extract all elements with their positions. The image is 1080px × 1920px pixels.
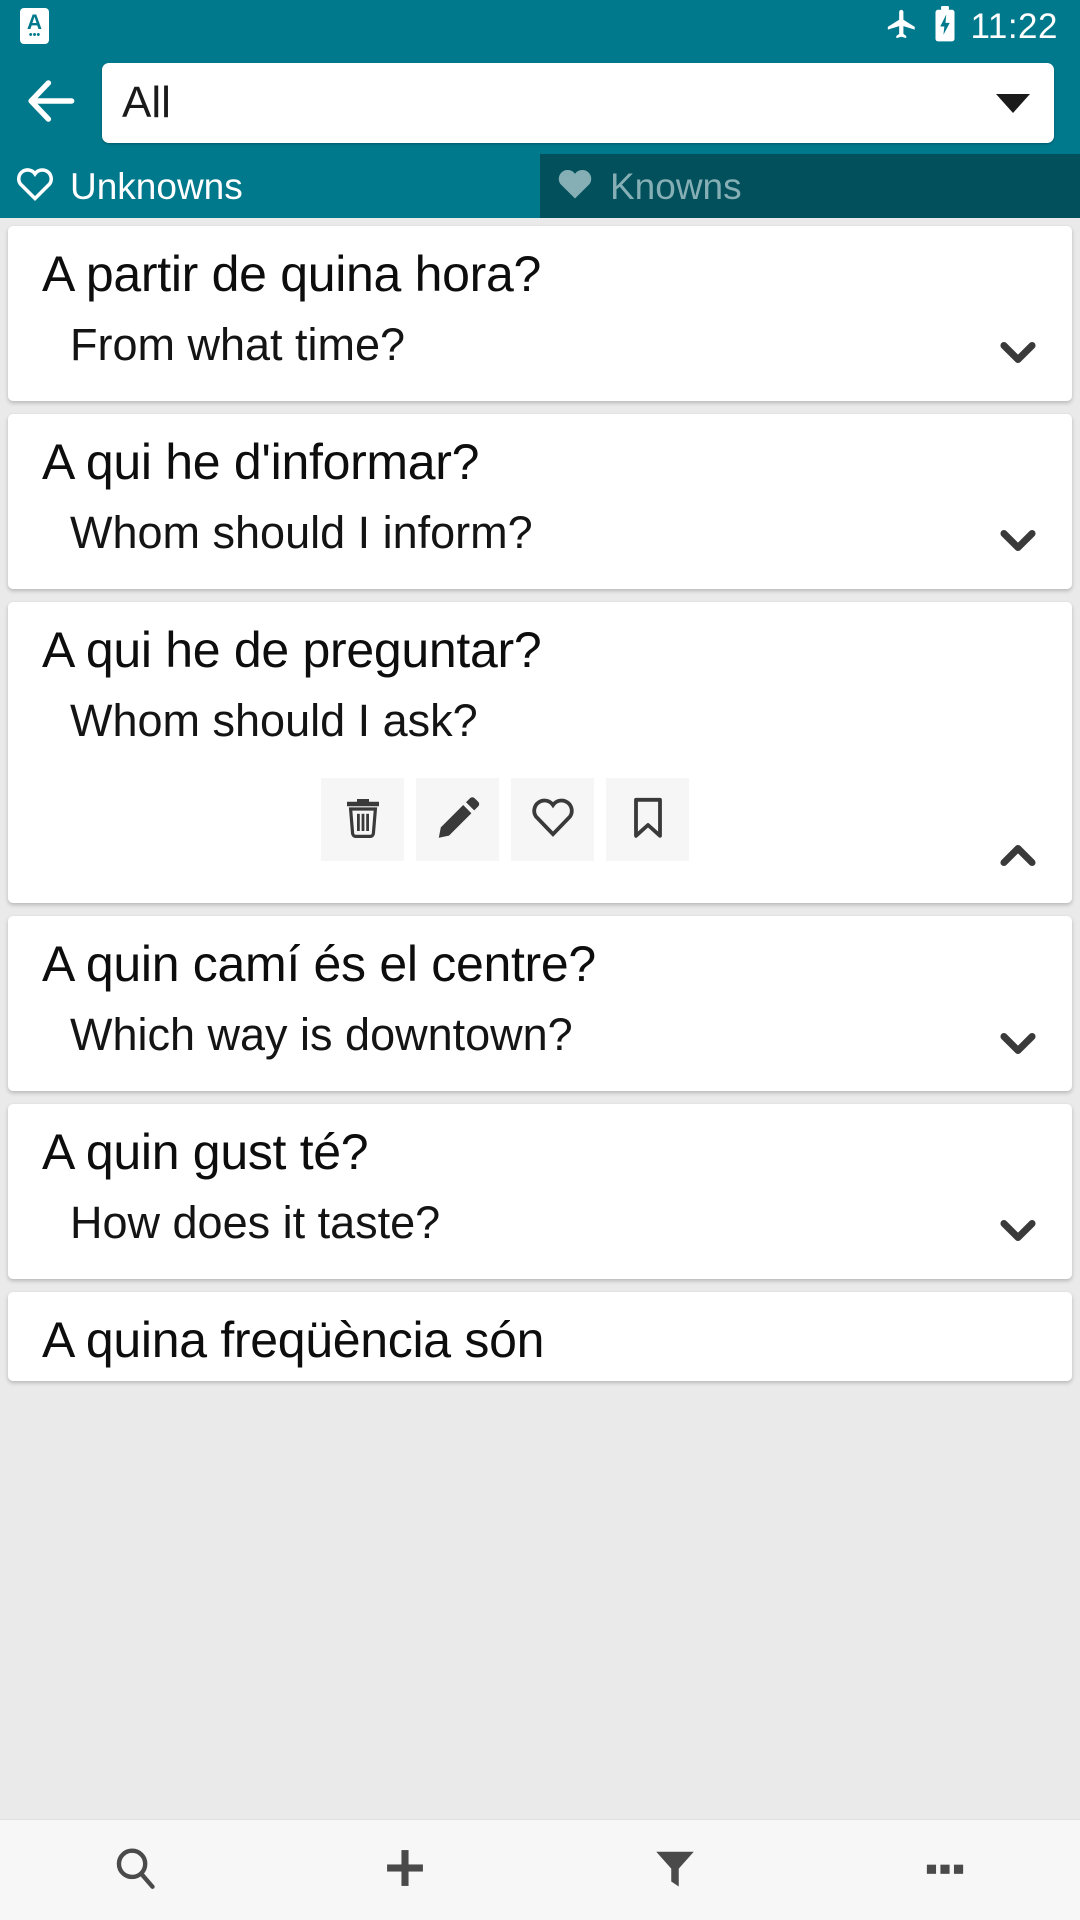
chevron-down-icon [992, 1017, 1044, 1074]
filter-button[interactable] [540, 1820, 810, 1920]
tab-knowns-label: Knowns [610, 165, 742, 207]
app-root: A ••• 11:22 All Unknowns Knowns A partir… [0, 0, 1080, 1920]
list-item[interactable]: A partir de quina hora? From what time? [8, 226, 1072, 401]
favorite-button[interactable] [511, 778, 594, 862]
edit-button[interactable] [416, 778, 499, 862]
list-item[interactable]: A quin gust té? How does it taste? [8, 1104, 1072, 1279]
status-bar-clock: 11:22 [970, 6, 1058, 46]
vocabulary-list[interactable]: A partir de quina hora? From what time? … [0, 218, 1080, 1920]
pencil-icon [434, 793, 482, 846]
card-term: A partir de quina hora? [42, 246, 542, 302]
card-definition: From what time? [70, 319, 406, 370]
overflow-button[interactable] [810, 1820, 1080, 1920]
bottom-toolbar [0, 1819, 1080, 1920]
category-spinner[interactable]: All [102, 63, 1054, 143]
expand-toggle[interactable] [990, 1017, 1046, 1073]
heart-outline-icon [14, 163, 56, 210]
chevron-down-icon [992, 514, 1044, 571]
delete-button[interactable] [321, 778, 404, 862]
collapse-toggle[interactable] [990, 829, 1046, 885]
caret-down-icon [996, 93, 1030, 113]
toolbar: All [0, 52, 1080, 154]
trash-icon [339, 793, 387, 846]
chevron-down-icon [992, 1204, 1044, 1261]
heart-outline-icon [529, 793, 577, 846]
tab-unknowns[interactable]: Unknowns [0, 154, 540, 218]
heart-filled-icon [554, 163, 596, 210]
airplane-mode-icon [885, 7, 919, 46]
bookmark-outline-icon [624, 793, 672, 846]
back-arrow-icon [20, 70, 82, 137]
category-spinner-value: All [122, 81, 171, 125]
app-letter-icon: A ••• [20, 8, 49, 44]
card-definition: Whom should I inform? [70, 506, 533, 558]
tab-unknowns-label: Unknowns [70, 165, 243, 207]
card-term: A quina freqüència són [42, 1311, 545, 1368]
plus-icon [380, 1843, 430, 1898]
expand-toggle[interactable] [990, 515, 1046, 571]
card-definition: Which way is downtown? [70, 1009, 573, 1061]
expand-toggle[interactable] [990, 1205, 1046, 1261]
list-item[interactable]: A quina freqüència són [8, 1291, 1072, 1381]
chevron-down-icon [992, 326, 1044, 383]
battery-charging-icon [932, 5, 958, 48]
card-term: A quin camí és el centre? [42, 936, 596, 993]
card-term: A qui he d'informar? [42, 433, 480, 490]
chevron-up-icon [992, 829, 1044, 886]
list-item[interactable]: A quin camí és el centre? Which way is d… [8, 916, 1072, 1091]
card-definition: How does it taste? [70, 1197, 441, 1248]
list-item-expanded[interactable]: A qui he de preguntar? Whom should I ask… [8, 601, 1072, 904]
card-definition: Whom should I ask? [70, 694, 478, 746]
expand-toggle[interactable] [990, 327, 1046, 383]
tab-knowns[interactable]: Knowns [540, 154, 1080, 218]
back-button[interactable] [14, 66, 88, 140]
card-term: A qui he de preguntar? [42, 621, 542, 678]
app-dots: ••• [28, 29, 41, 42]
add-button[interactable] [270, 1820, 540, 1920]
bookmark-button[interactable] [606, 778, 689, 862]
search-icon [110, 1843, 160, 1898]
status-bar-left: A ••• [20, 8, 49, 44]
card-term: A quin gust té? [42, 1124, 369, 1180]
filter-funnel-icon [650, 1843, 700, 1898]
status-bar: A ••• 11:22 [0, 0, 1080, 52]
card-actions [42, 778, 1048, 862]
more-horizontal-icon [920, 1843, 970, 1898]
tab-bar: Unknowns Knowns [0, 154, 1080, 218]
status-bar-right: 11:22 [885, 5, 1059, 48]
list-item[interactable]: A qui he d'informar? Whom should I infor… [8, 413, 1072, 589]
search-button[interactable] [0, 1820, 270, 1920]
